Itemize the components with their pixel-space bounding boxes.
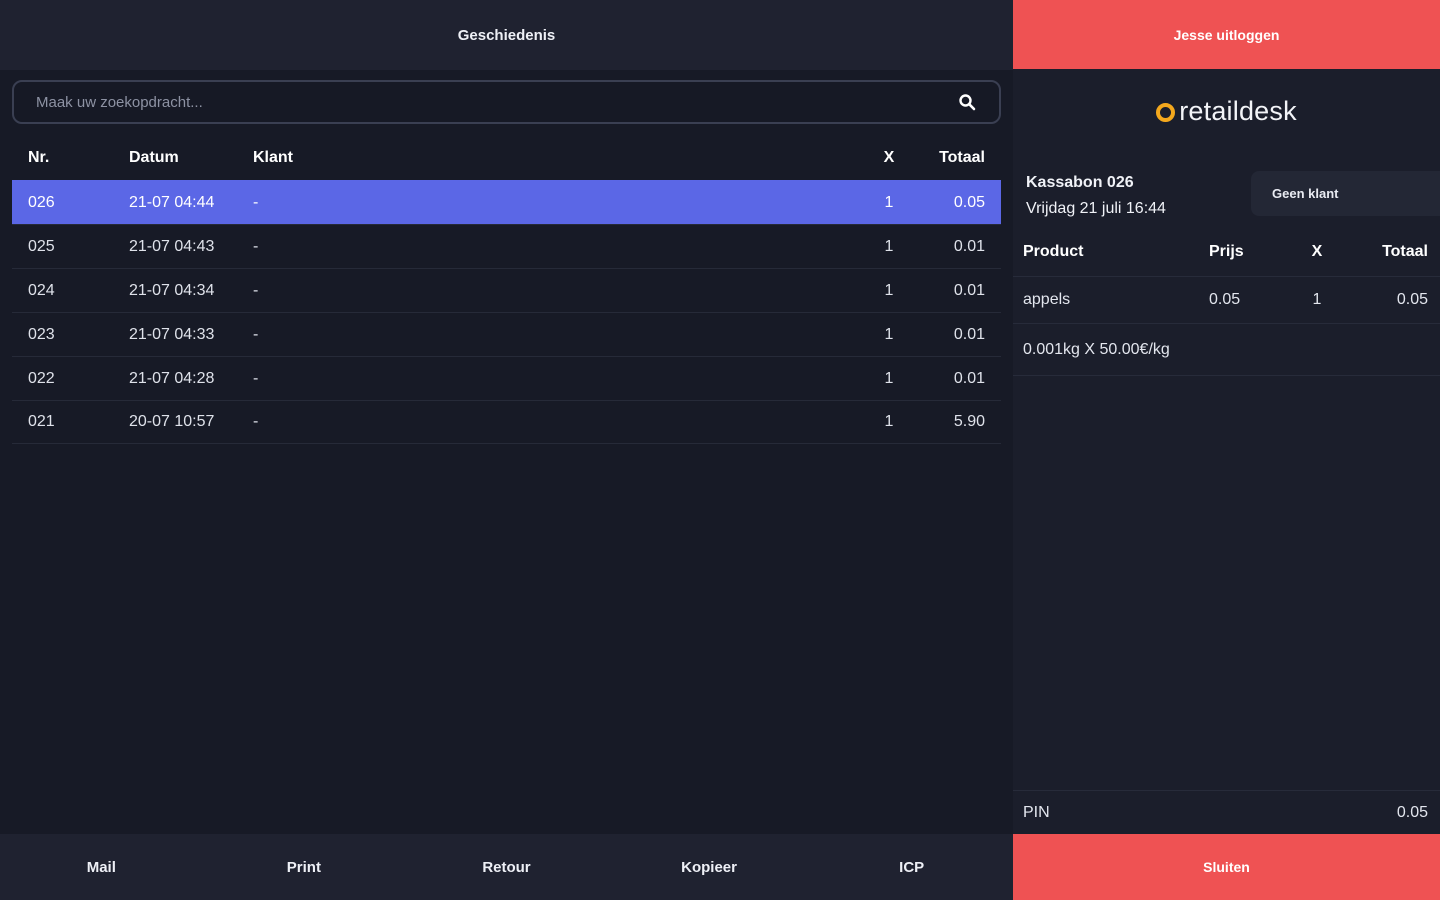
app-window: Geschiedenis Nr. Datum Klant X Totaal 02… [0, 0, 1440, 900]
cell-totaal: 0.01 [953, 369, 985, 387]
cell-x: 1 [884, 325, 894, 343]
icp-button[interactable]: ICP [810, 834, 1013, 900]
cell-totaal: 0.05 [953, 193, 985, 211]
receipt-panel: Jesse uitloggen retaildesk Kassabon 026 … [1013, 0, 1440, 900]
cell-totaal: 0.01 [953, 237, 985, 255]
cell-klant: - [253, 193, 259, 211]
table-row[interactable]: 024 21-07 04:34 - 1 0.01 [12, 268, 1001, 312]
cell-x: 1 [884, 193, 894, 211]
cell-x: 1 [884, 369, 894, 387]
cell-nr: 024 [28, 281, 55, 299]
cell-klant: - [253, 413, 259, 430]
cell-totaal: 0.01 [953, 325, 985, 343]
column-header-totaal: Totaal [939, 149, 985, 166]
column-header-x: X [1311, 243, 1323, 260]
column-header-datum: Datum [129, 149, 179, 166]
cell-klant: - [253, 237, 259, 255]
logo-text: retaildesk [1179, 95, 1297, 126]
table-row[interactable]: 023 21-07 04:33 - 1 0.01 [12, 312, 1001, 356]
mail-button[interactable]: Mail [0, 834, 203, 900]
cell-nr: 022 [28, 369, 55, 387]
receipt-date: Vrijdag 21 juli 16:44 [1026, 200, 1166, 217]
cell-klant: - [253, 325, 259, 343]
cell-x: 1 [884, 237, 894, 255]
column-header-x: X [883, 149, 895, 166]
table-header: Nr. Datum Klant X Totaal [12, 136, 1001, 180]
column-header-prijs: Prijs [1209, 243, 1244, 260]
cell-x: 1 [884, 281, 894, 299]
search-input[interactable] [36, 93, 957, 111]
item-totaal: 0.05 [1396, 291, 1428, 308]
print-button[interactable]: Print [203, 834, 406, 900]
close-button[interactable]: Sluiten [1013, 834, 1440, 900]
logo-ring-icon [1156, 103, 1176, 122]
cell-nr: 023 [28, 325, 55, 343]
cell-datum: 21-07 04:34 [129, 281, 215, 299]
table-row[interactable]: 022 21-07 04:28 - 1 0.01 [12, 356, 1001, 400]
table-row[interactable]: 021 20-07 10:57 - 1 5.90 [12, 400, 1001, 444]
item-detail: 0.001kg X 50.00€/kg [1013, 324, 1440, 376]
page-title: Geschiedenis [0, 0, 1013, 70]
column-header-klant: Klant [253, 149, 293, 166]
cell-klant: - [253, 369, 259, 387]
action-bar: Mail Print Retour Kopieer ICP [0, 834, 1013, 900]
search-icon[interactable] [957, 92, 977, 112]
cell-datum: 21-07 04:43 [129, 237, 215, 255]
payment-method: PIN [1023, 803, 1050, 821]
column-header-product: Product [1023, 243, 1084, 260]
receipt-table-header: Product Prijs X Totaal [1013, 230, 1440, 274]
retaildesk-logo: retaildesk [1013, 92, 1440, 130]
table-row[interactable]: 025 21-07 04:43 - 1 0.01 [12, 224, 1001, 268]
retour-button[interactable]: Retour [405, 834, 608, 900]
payment-row: PIN 0.05 [1013, 790, 1440, 834]
receipt-line-item[interactable]: appels 0.05 1 0.05 [1013, 276, 1440, 324]
cell-nr: 025 [28, 237, 55, 255]
item-product: appels [1023, 291, 1071, 308]
cell-datum: 20-07 10:57 [129, 413, 215, 430]
receipt-title: Kassabon 026 [1026, 174, 1134, 191]
cell-x: 1 [884, 413, 894, 430]
column-header-nr: Nr. [28, 149, 50, 166]
cell-datum: 21-07 04:44 [129, 193, 215, 211]
history-panel: Geschiedenis Nr. Datum Klant X Totaal 02… [0, 0, 1013, 900]
payment-amount: 0.05 [1396, 803, 1428, 821]
cell-klant: - [253, 281, 259, 299]
item-prijs: 0.05 [1209, 291, 1241, 308]
customer-button[interactable]: Geen klant [1251, 171, 1440, 216]
cell-totaal: 5.90 [953, 413, 985, 430]
receipt-info: Kassabon 026 Vrijdag 21 juli 16:44 [1026, 170, 1166, 222]
cell-nr: 026 [28, 193, 55, 211]
item-x: 1 [1312, 291, 1322, 308]
logout-button[interactable]: Jesse uitloggen [1013, 0, 1440, 69]
cell-datum: 21-07 04:33 [129, 325, 215, 343]
kopieer-button[interactable]: Kopieer [608, 834, 811, 900]
cell-nr: 021 [28, 413, 55, 430]
table-row[interactable]: 026 21-07 04:44 - 1 0.05 [12, 180, 1001, 224]
history-table: Nr. Datum Klant X Totaal 026 21-07 04:44… [12, 136, 1001, 444]
cell-totaal: 0.01 [953, 281, 985, 299]
search-bar[interactable] [12, 80, 1001, 124]
cell-datum: 21-07 04:28 [129, 369, 215, 387]
column-header-totaal: Totaal [1382, 243, 1428, 260]
